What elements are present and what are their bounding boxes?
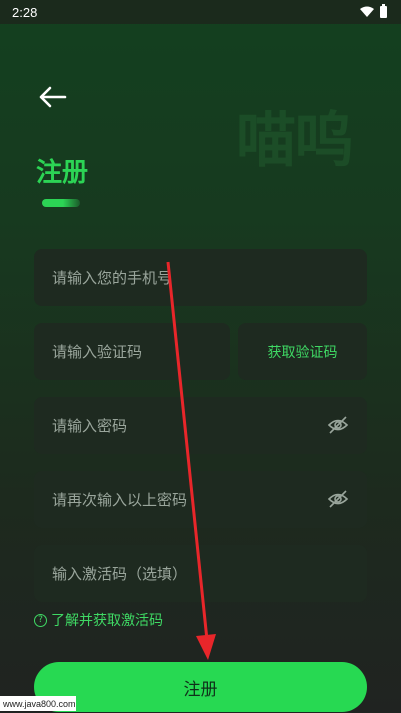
battery-icon: [380, 4, 387, 18]
activation-code-field[interactable]: 输入激活码（选填）: [34, 545, 367, 602]
eye-off-icon[interactable]: [327, 415, 349, 435]
question-icon: ?: [34, 613, 47, 627]
source-watermark: www.java800.com: [0, 696, 76, 711]
activation-help-link[interactable]: ? 了解并获取激活码: [34, 610, 163, 630]
verification-code-placeholder: 请输入验证码: [52, 343, 143, 361]
activation-code-placeholder: 输入激活码（选填）: [52, 565, 188, 583]
confirm-password-field[interactable]: 请再次输入以上密码: [34, 471, 367, 528]
wifi-icon: [360, 6, 374, 17]
eye-off-icon[interactable]: [327, 489, 349, 509]
status-bar: 2:28: [0, 0, 401, 24]
verification-code-field[interactable]: 请输入验证码: [34, 323, 230, 380]
back-arrow-icon: [39, 86, 67, 108]
phone-field[interactable]: 请输入您的手机号: [34, 249, 367, 306]
activation-help-label: 了解并获取激活码: [51, 613, 163, 629]
phone-placeholder: 请输入您的手机号: [52, 269, 173, 287]
status-icons: [360, 4, 387, 18]
get-code-button[interactable]: 获取验证码: [238, 323, 367, 380]
status-time: 2:28: [12, 4, 38, 20]
title-underline: [42, 199, 80, 207]
confirm-password-placeholder: 请再次输入以上密码: [52, 491, 188, 509]
password-placeholder: 请输入密码: [52, 417, 128, 435]
password-field[interactable]: 请输入密码: [34, 397, 367, 454]
page-title: 注册: [36, 158, 89, 188]
brand-watermark: 喵呜: [236, 106, 354, 176]
back-button[interactable]: [34, 82, 70, 112]
register-button[interactable]: 注册: [34, 662, 367, 712]
